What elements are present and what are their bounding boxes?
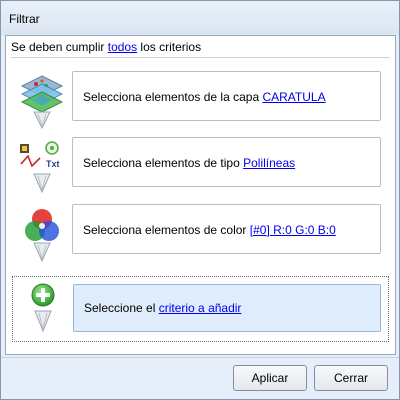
criterion-type-prefix: Selecciona elementos de tipo	[83, 156, 244, 170]
color-value-link[interactable]: [#0] R:0 G:0 B:0	[250, 223, 336, 237]
criterion-color-box[interactable]: Selecciona elementos de color [#0] R:0 G…	[72, 204, 381, 254]
add-criterion-icon	[19, 281, 67, 337]
footer-divider	[1, 357, 399, 358]
type-value-link[interactable]: Polilíneas	[243, 156, 295, 170]
header-divider	[11, 57, 390, 58]
criterion-layer-prefix: Selecciona elementos de la capa	[83, 90, 263, 104]
close-button[interactable]: Cerrar	[314, 365, 388, 391]
criterion-color[interactable]: Selecciona elementos de color [#0] R:0 G…	[12, 203, 389, 265]
match-mode-link[interactable]: todos	[108, 40, 137, 54]
criterion-type-text: Selecciona elementos de tipo Polilíneas	[83, 156, 295, 170]
criterion-add-prefix: Seleccione el	[84, 301, 159, 315]
criterion-add-box[interactable]: Seleccione el criterio a añadir	[73, 284, 381, 332]
window-title: Filtrar	[9, 12, 40, 26]
criterion-color-text: Selecciona elementos de color [#0] R:0 G…	[83, 223, 336, 237]
layers-icon	[18, 74, 66, 130]
title-bar: Filtrar	[1, 1, 399, 35]
criterion-layer-text: Selecciona elementos de la capa CARATULA	[83, 90, 326, 104]
criterion-add[interactable]: Seleccione el criterio a añadir	[12, 276, 389, 342]
criterion-type-box[interactable]: Selecciona elementos de tipo Polilíneas	[72, 137, 381, 187]
layer-value-link[interactable]: CARATULA	[262, 90, 325, 104]
geometry-type-icon: Txt	[18, 140, 66, 196]
criterion-add-text: Seleccione el criterio a añadir	[84, 301, 241, 315]
svg-text:Txt: Txt	[46, 159, 60, 169]
header-prefix: Se deben cumplir	[11, 40, 108, 54]
color-rgb-icon	[18, 207, 66, 263]
header-suffix: los criterios	[137, 40, 202, 54]
criterion-layer-box[interactable]: Selecciona elementos de la capa CARATULA	[72, 71, 381, 121]
add-criterion-link[interactable]: criterio a añadir	[159, 301, 242, 315]
apply-button[interactable]: Aplicar	[233, 365, 307, 391]
criterion-color-prefix: Selecciona elementos de color	[83, 223, 250, 237]
criterion-layer[interactable]: Selecciona elementos de la capa CARATULA	[12, 70, 389, 132]
criterion-type[interactable]: Txt Selecciona elementos de tipo Polilín…	[12, 136, 389, 198]
filter-dialog: Filtrar Se deben cumplir todos los crite…	[0, 0, 400, 400]
criteria-panel: Se deben cumplir todos los criterios Sel…	[5, 35, 396, 355]
criteria-header: Se deben cumplir todos los criterios	[11, 40, 201, 54]
